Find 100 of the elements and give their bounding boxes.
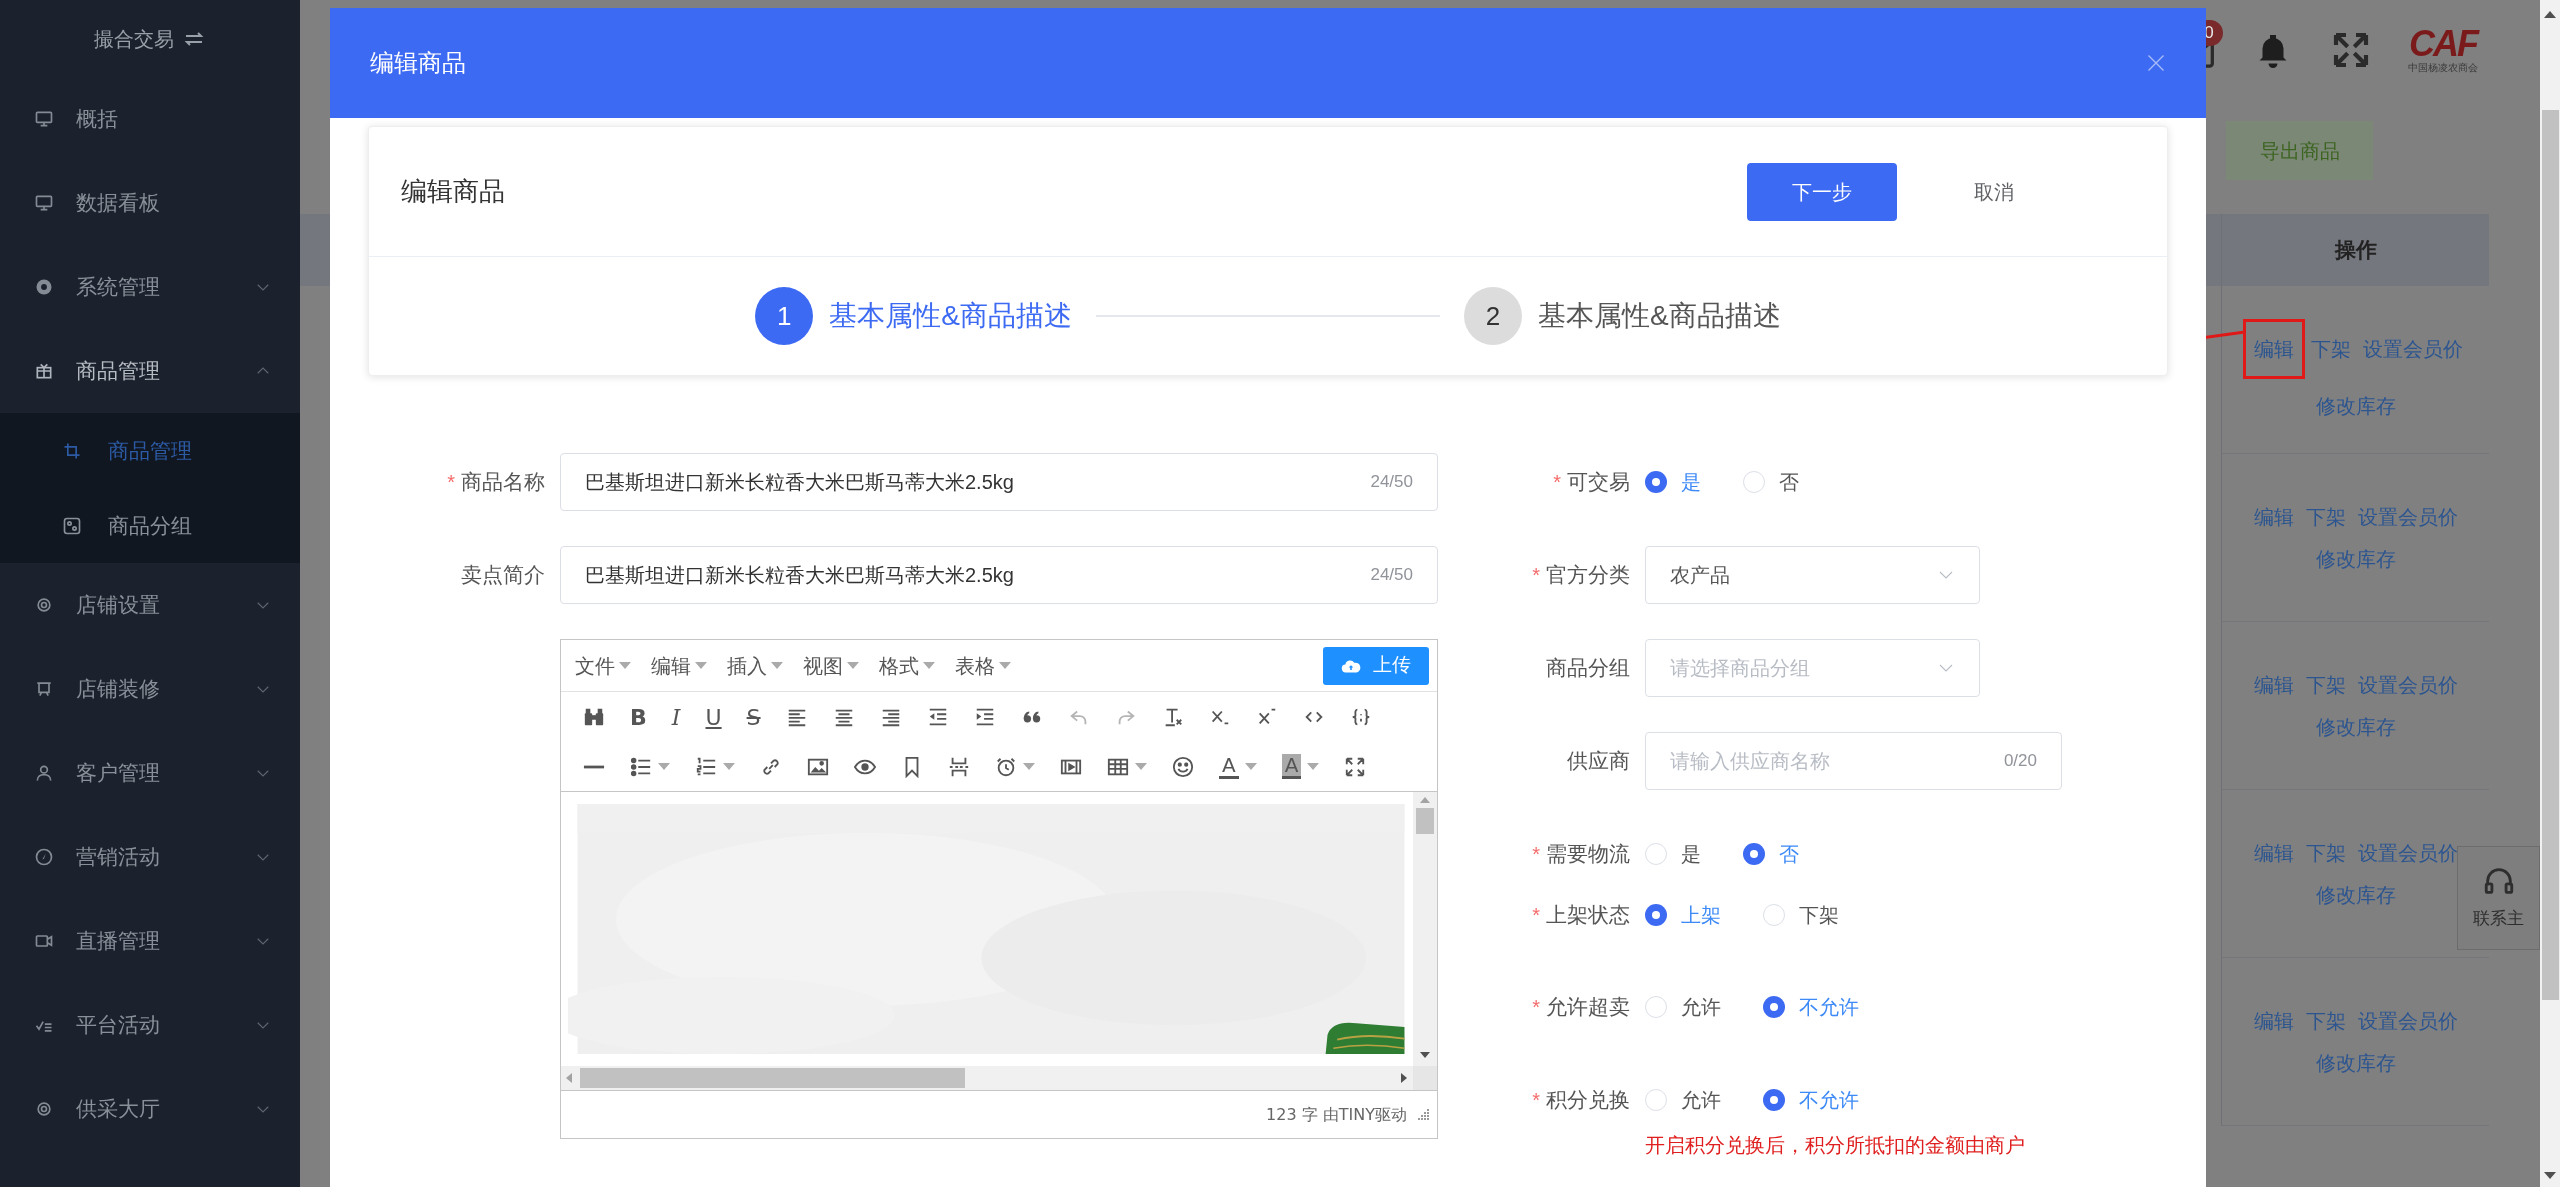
sidebar-item[interactable]: 直播管理 <box>0 899 300 983</box>
submenu-item[interactable]: 商品分组 <box>0 488 300 563</box>
sidebar-item[interactable]: 平台活动 <box>0 983 300 1067</box>
radio-option[interactable]: 是 <box>1645 839 1701 869</box>
binoculars-icon <box>583 706 605 728</box>
bullet-list-icon <box>630 755 652 778</box>
required-mark: * <box>1532 995 1540 1020</box>
cancel-button[interactable]: 取消 <box>1919 162 2069 221</box>
menu-button[interactable]: 视图 <box>803 650 859 681</box>
hint-text: 开启积分兑换后，积分所抵扣的金额由商户 <box>1645 1133 2025 1158</box>
column-header: 操作 <box>2222 214 2489 286</box>
menu-icon <box>34 361 54 381</box>
horizontal-line-icon <box>583 764 605 769</box>
scrollbar-corner <box>1413 1066 1437 1090</box>
menu-button[interactable]: 格式 <box>879 650 935 681</box>
required-mark: * <box>1532 563 1540 588</box>
menu-icon <box>34 193 54 213</box>
input-field[interactable]: 巴基斯坦进口新米长粒香大米巴斯马蒂大米2.5kg 24/50 <box>560 546 1438 604</box>
radio-button[interactable] <box>1645 843 1667 865</box>
radio-option[interactable]: 是 <box>1645 467 1701 497</box>
menu-icon <box>34 679 54 699</box>
radio-option[interactable]: 上架 <box>1645 900 1721 930</box>
step: 1 基本属性&商品描述 <box>755 287 1072 345</box>
field-label: 供应商 <box>1567 748 1630 775</box>
toolbar-button[interactable]: B <box>618 697 659 737</box>
menu-button[interactable]: 文件 <box>575 650 631 681</box>
radio-button[interactable] <box>1743 471 1765 493</box>
caret-icon <box>771 661 783 670</box>
radio-button[interactable] <box>1763 996 1785 1018</box>
required-mark: * <box>1532 903 1540 928</box>
numbered-list-icon <box>695 755 717 778</box>
radio-option[interactable]: 允许 <box>1645 1085 1721 1115</box>
sidebar-item[interactable]: 店铺装修 <box>0 647 300 731</box>
image-icon <box>62 515 82 536</box>
card-title: 编辑商品 <box>401 175 505 208</box>
radio-option[interactable]: 允许 <box>1645 992 1721 1022</box>
toolbar-button[interactable]: S <box>734 697 773 737</box>
menu-button[interactable]: 编辑 <box>651 650 707 681</box>
alarm-clock-icon <box>995 755 1017 778</box>
menu-icon <box>34 277 54 297</box>
sidebar-title: 撮合交易 <box>94 26 174 52</box>
radio-button[interactable] <box>1645 996 1667 1018</box>
sidebar-item[interactable]: 数据看板 <box>0 161 300 245</box>
upload-button[interactable]: 上传 <box>1323 646 1429 685</box>
dialog-title: 编辑商品 <box>370 48 466 78</box>
sidebar-item[interactable]: 概括 <box>0 77 300 161</box>
caret-icon <box>695 661 707 670</box>
toolbar-button[interactable]: I <box>659 697 693 737</box>
menu-button[interactable]: 插入 <box>727 650 783 681</box>
field-label: 需要物流 <box>1546 841 1630 868</box>
close-icon[interactable] <box>2146 53 2166 73</box>
menu-icon <box>34 595 54 615</box>
toolbar-button[interactable]: A <box>1207 746 1269 787</box>
select-field[interactable]: 农产品 <box>1645 546 1980 604</box>
required-mark: * <box>1532 1088 1540 1113</box>
sidebar-item[interactable]: 营销活动 <box>0 815 300 899</box>
toolbar-button[interactable]: A <box>1269 746 1332 787</box>
radio-button[interactable] <box>1763 904 1785 926</box>
radio-button[interactable] <box>1743 843 1765 865</box>
radio-option[interactable]: 否 <box>1743 467 1799 497</box>
toolbar-button[interactable]: U <box>693 697 734 737</box>
radio-button[interactable] <box>1645 904 1667 926</box>
sidebar-item[interactable]: 供采大厅 <box>0 1067 300 1151</box>
resize-grip-icon[interactable] <box>1417 1108 1429 1121</box>
menu-icon <box>34 109 54 129</box>
field-label: 商品名称 <box>461 469 545 496</box>
sidebar-item[interactable]: 商品管理 <box>0 329 300 413</box>
submenu-item[interactable]: 商品管理 <box>0 413 300 488</box>
contact-button[interactable]: 联系主 <box>2457 846 2540 950</box>
radio-button[interactable] <box>1763 1089 1785 1111</box>
next-button[interactable]: 下一步 <box>1747 162 1897 221</box>
radio-option[interactable]: 下架 <box>1763 900 1839 930</box>
input-field[interactable]: 巴基斯坦进口新米长粒香大米巴斯马蒂大米2.5kg 24/50 <box>560 453 1438 511</box>
menu-button[interactable]: 表格 <box>955 650 1011 681</box>
scrollbar[interactable] <box>2540 0 2560 1187</box>
radio-option[interactable]: 否 <box>1743 839 1799 869</box>
radio-button[interactable] <box>1645 471 1667 493</box>
status-text: 123 字 由TINY驱动 <box>1266 1103 1407 1126</box>
input-field[interactable]: 请输入供应商名称 0/20 <box>1645 732 2062 790</box>
field-label: 允许超卖 <box>1546 994 1630 1021</box>
menu-icon <box>34 847 54 867</box>
sidebar-item[interactable]: 系统管理 <box>0 245 300 329</box>
vertical-scrollbar[interactable] <box>1413 792 1437 1066</box>
field-label: 商品分组 <box>1546 655 1630 682</box>
horizontal-scrollbar[interactable] <box>561 1066 1413 1090</box>
sidebar-item[interactable]: 店铺设置 <box>0 563 300 647</box>
field-label: 上架状态 <box>1546 902 1630 929</box>
required-mark: * <box>1532 842 1540 867</box>
step: 2 基本属性&商品描述 <box>1464 287 1781 345</box>
field-label: 卖点简介 <box>461 562 545 589</box>
radio-option[interactable]: 不允许 <box>1763 992 1859 1022</box>
field-label: 积分兑换 <box>1546 1087 1630 1114</box>
caret-icon <box>847 661 859 670</box>
fullscreen-icon[interactable] <box>2331 30 2371 70</box>
caret-icon <box>619 661 631 670</box>
sidebar-item[interactable]: 客户管理 <box>0 731 300 815</box>
caret-icon <box>923 661 935 670</box>
radio-option[interactable]: 不允许 <box>1763 1085 1859 1115</box>
radio-button[interactable] <box>1645 1089 1667 1111</box>
field-label: 可交易 <box>1567 469 1630 496</box>
